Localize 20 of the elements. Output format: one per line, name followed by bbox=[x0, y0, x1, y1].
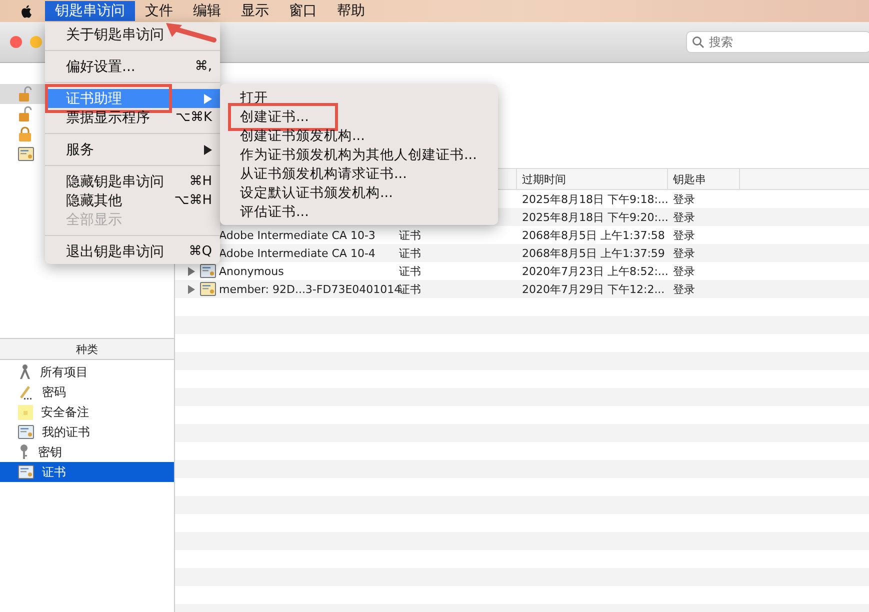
table-cell: 登录 bbox=[673, 228, 695, 242]
table-cell: 登录 bbox=[673, 192, 695, 206]
section-header: 种类 bbox=[76, 342, 98, 356]
table-cell: 2068年8月5日 上午1:37:59 bbox=[522, 246, 665, 260]
table-cell: 登录 bbox=[673, 246, 695, 260]
table-cell: 证书 bbox=[399, 246, 421, 260]
table-cell: 登录 bbox=[673, 282, 695, 296]
table-cell: 2020年7月29日 下午12:2... bbox=[522, 282, 665, 296]
table-cell: 证书 bbox=[399, 228, 421, 242]
table-cell: 登录 bbox=[673, 210, 695, 224]
table-cell: 2020年7月23日 上午8:52:... bbox=[522, 264, 668, 278]
table-cell: 2025年8月18日 下午9:20:... bbox=[522, 210, 668, 224]
table-cell: 证书 bbox=[399, 264, 421, 278]
table-cell: Adobe Intermediate CA 10-3 bbox=[219, 228, 376, 242]
table-cell: 证书 bbox=[399, 282, 421, 296]
table-cell: Anonymous bbox=[219, 264, 284, 278]
table-cell: 2025年8月18日 下午9:18:... bbox=[522, 192, 668, 206]
table-cell: Adobe Intermediate CA 10-4 bbox=[219, 246, 376, 260]
table-cell: 2068年8月5日 上午1:37:58 bbox=[522, 228, 665, 242]
table-cell: 登录 bbox=[673, 264, 695, 278]
